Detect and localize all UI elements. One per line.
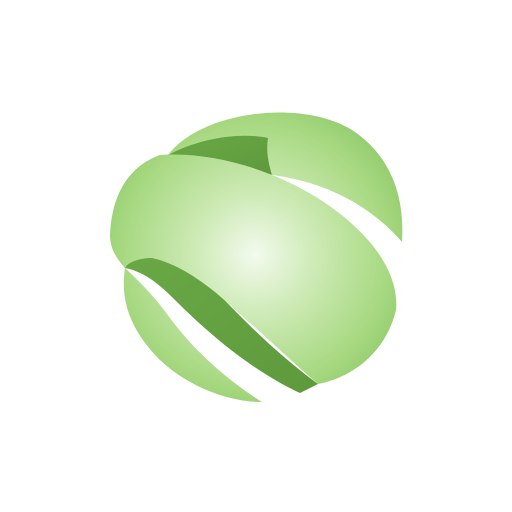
logo-canvas xyxy=(0,0,512,512)
green-ribbon-sphere-icon xyxy=(110,112,403,402)
